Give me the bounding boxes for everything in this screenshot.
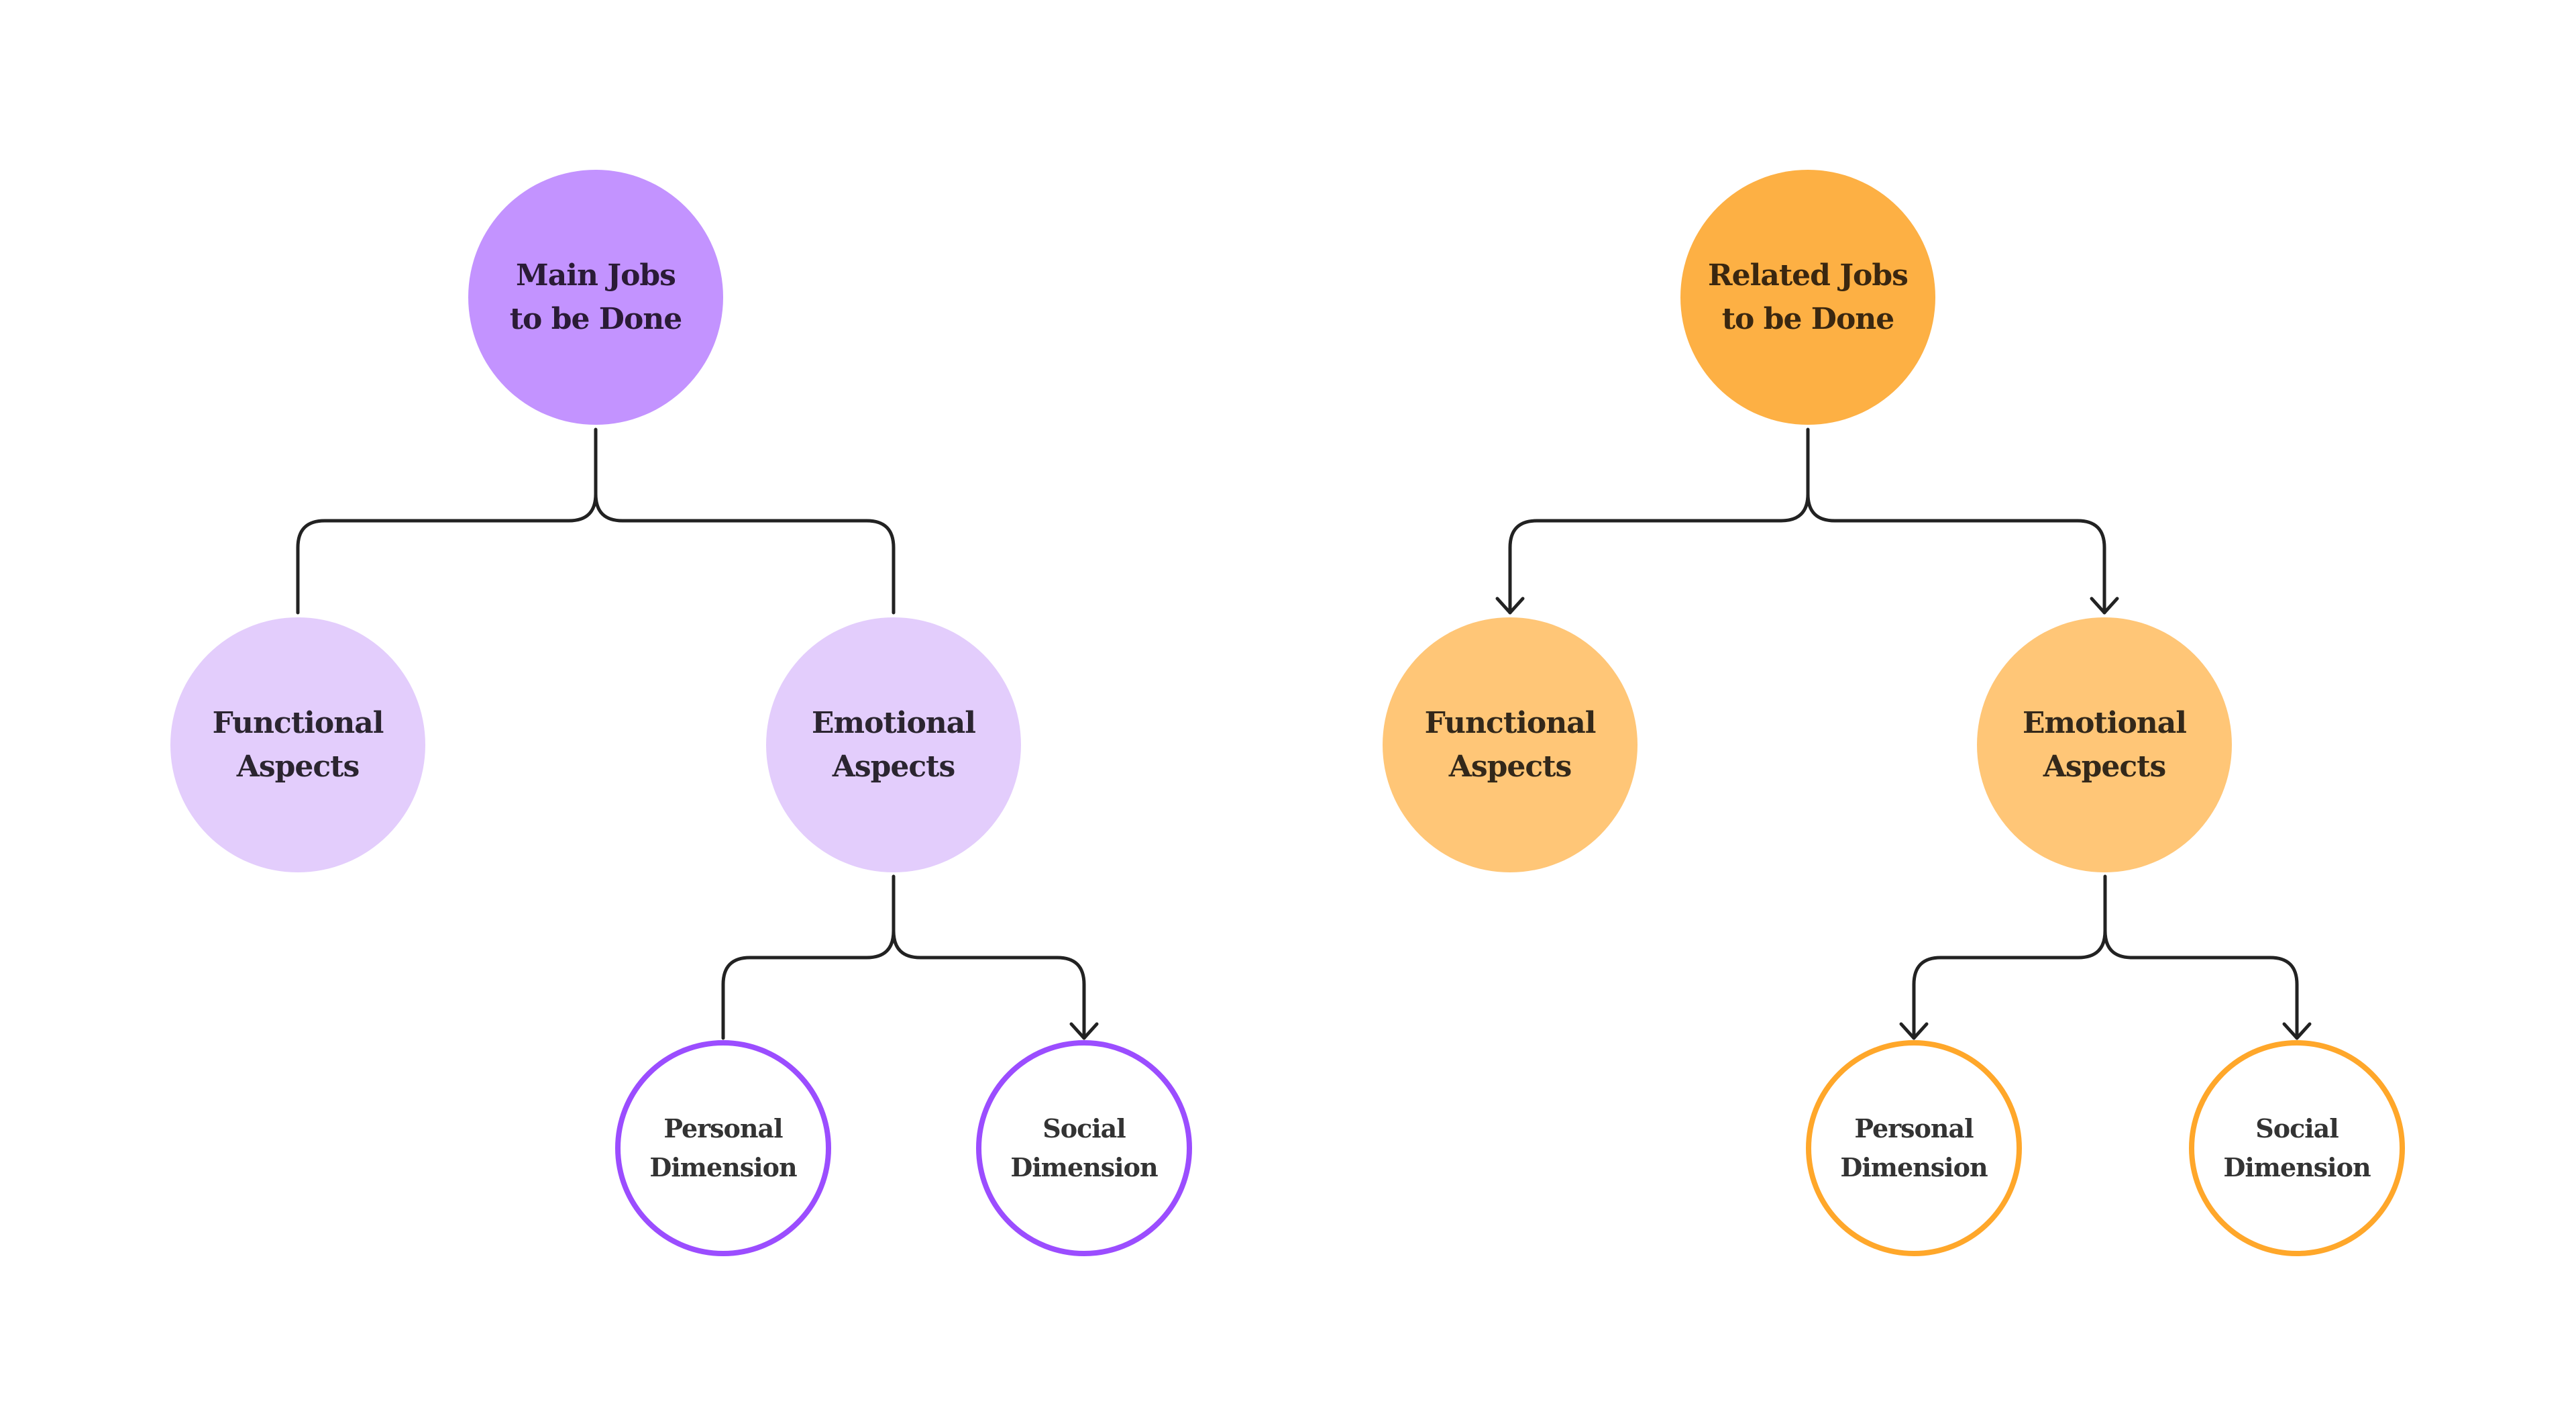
node-label-line: Aspects [832,750,955,784]
node-label-line: Social [1042,1113,1126,1143]
node-label-line: Related Jobs [1708,258,1908,293]
node-label-line: to be Done [1722,302,1894,336]
node-label-line: Aspects [2043,750,2166,784]
node-circle [1977,617,2232,872]
node-label-line: Social [2255,1113,2339,1143]
node-circle [170,617,425,872]
node-circle [468,170,723,425]
node-circle [1680,170,1935,425]
connector-related-to-functional [1508,427,1810,615]
node-circle [976,1040,1192,1256]
node-social-dimension[interactable]: Social Dimension [2189,1040,2405,1256]
node-label-line: Aspects [236,750,360,784]
connector-related-to-emotional [1806,492,2106,615]
node-label-line: Emotional [812,706,975,740]
connector-main-to-functional [296,427,598,615]
node-functional-aspects[interactable]: Functional Aspects [1383,617,1638,872]
node-functional-aspects[interactable]: Functional Aspects [170,617,425,872]
node-label-line: Functional [1425,706,1596,740]
node-emotional-aspects[interactable]: Emotional Aspects [766,617,1021,872]
node-circle [766,617,1021,872]
node-related-jobs[interactable]: Related Jobs to be Done [1680,170,1935,425]
connector-emotional-to-social [892,929,1086,1040]
node-main-jobs[interactable]: Main Jobs to be Done [468,170,723,425]
node-social-dimension[interactable]: Social Dimension [976,1040,1192,1256]
node-label-line: Personal [663,1113,783,1143]
node-label-line: Dimension [1010,1152,1158,1182]
node-label-line: Dimension [2223,1152,2371,1182]
node-personal-dimension[interactable]: Personal Dimension [1806,1040,2022,1256]
node-label-line: Personal [1854,1113,1974,1143]
node-circle [1806,1040,2022,1256]
connector-emotional-to-social [2103,929,2299,1040]
node-emotional-aspects[interactable]: Emotional Aspects [1977,617,2232,872]
connector-main-to-emotional [594,492,896,615]
node-label-line: Dimension [1840,1152,1988,1182]
node-label-line: Dimension [649,1152,797,1182]
node-circle [2189,1040,2405,1256]
connector-emotional-to-personal [721,874,896,1040]
jobs-to-be-done-diagram: Main Jobs to be Done Functional Aspects … [170,170,2405,1256]
related-jobs-tree: Related Jobs to be Done Functional Aspec… [1383,170,2405,1256]
connector-emotional-to-personal [1912,874,2107,1040]
node-circle [1383,617,1638,872]
node-circle [615,1040,831,1256]
node-label-line: Functional [213,706,384,740]
node-personal-dimension[interactable]: Personal Dimension [615,1040,831,1256]
main-jobs-tree: Main Jobs to be Done Functional Aspects … [170,170,1192,1256]
node-label-line: Aspects [1448,750,1572,784]
node-label-line: to be Done [510,302,682,336]
node-label-line: Emotional [2023,706,2186,740]
node-label-line: Main Jobs [516,258,676,293]
